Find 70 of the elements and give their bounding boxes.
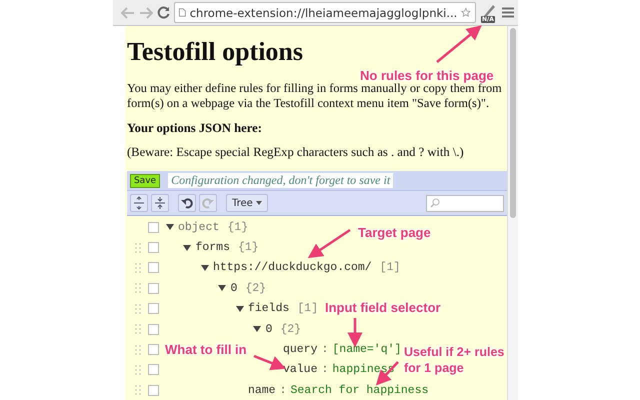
expanded-triangle-icon[interactable] [200,264,209,272]
page-icon [179,7,186,18]
item-count: {1} [227,220,248,234]
address-bar[interactable]: chrome-extension://lheiameemajaggloglpnki... [174,2,476,23]
separator: : [321,343,328,356]
expand-all-button[interactable] [130,194,148,212]
undo-button[interactable] [178,194,196,212]
tree-key: https://duckduckgo.com/ [212,261,372,274]
star-icon[interactable] [461,6,471,19]
tree-value: [name='q'] [332,343,402,356]
annotation-label: Input field selector [325,300,441,316]
tree-key: fields [248,302,290,316]
tree-key: query [282,343,318,356]
status-message: Configuration changed, don't forget to save it [168,173,394,188]
annotation-label: Target page [358,225,431,241]
tree-key: 0 [265,322,272,336]
drag-handle-icon[interactable] [134,262,141,273]
row-checkbox[interactable] [148,324,159,335]
tree-key: 0 [230,282,238,295]
item-count: {1} [238,241,259,254]
drag-handle-icon[interactable] [134,364,141,375]
save-button[interactable]: Save [130,174,160,188]
drag-handle-icon[interactable] [134,344,141,355]
annotation-label: What to fill in [165,342,247,358]
tree-value: Search for happiness [290,384,429,397]
tree-key: value [282,363,318,376]
expanded-triangle-icon[interactable] [183,244,192,252]
menu-icon[interactable] [502,7,514,18]
annotation-label: Useful if 2+ rules for 1 page [404,344,506,376]
tree-key: name [248,384,276,397]
scrollbar[interactable] [507,26,518,400]
reload-icon[interactable] [157,6,170,19]
search-field[interactable] [426,194,504,212]
annotation-arrow [308,228,351,258]
row-checkbox[interactable] [148,384,159,396]
back-icon[interactable] [121,6,135,18]
item-count: [1] [297,302,318,316]
expanded-triangle-icon[interactable] [253,325,262,334]
item-count: {2} [245,282,266,295]
options-label: Your options JSON here: [126,121,262,136]
annotation-arrow [436,25,482,63]
page-title: Testofill options [126,37,303,67]
row-checkbox[interactable] [148,282,159,294]
expanded-triangle-icon[interactable] [236,304,244,313]
drag-handle-icon[interactable] [134,324,141,334]
mode-dropdown[interactable]: Tree [226,194,268,212]
scrollbar-thumb[interactable] [510,28,516,218]
drag-handle-icon[interactable] [134,283,141,294]
row-checkbox[interactable] [148,303,159,314]
separator: : [280,384,286,397]
row-checkbox[interactable] [148,242,159,254]
row-checkbox[interactable] [148,222,159,233]
drag-handle-icon[interactable] [134,242,141,253]
expanded-triangle-icon[interactable] [218,284,226,292]
expanded-triangle-icon[interactable] [166,223,174,232]
search-icon [430,198,440,208]
row-checkbox[interactable] [148,344,159,356]
drag-handle-icon[interactable] [134,385,141,396]
separator: : [321,363,328,376]
tree-key: object [178,220,220,234]
item-count: {2} [280,322,302,336]
warning-text: (Beware: Escape special RegExp characters such as . and ? with \.) [126,145,464,160]
collapse-all-button[interactable] [150,194,169,212]
tree-key: forms [195,241,230,254]
drag-handle-icon[interactable] [134,304,141,314]
annotation-label: No rules for this page [360,68,494,83]
row-checkbox[interactable] [148,364,159,376]
caret-icon [256,200,262,205]
item-count: [1] [380,261,400,274]
row-checkbox[interactable] [148,262,159,274]
